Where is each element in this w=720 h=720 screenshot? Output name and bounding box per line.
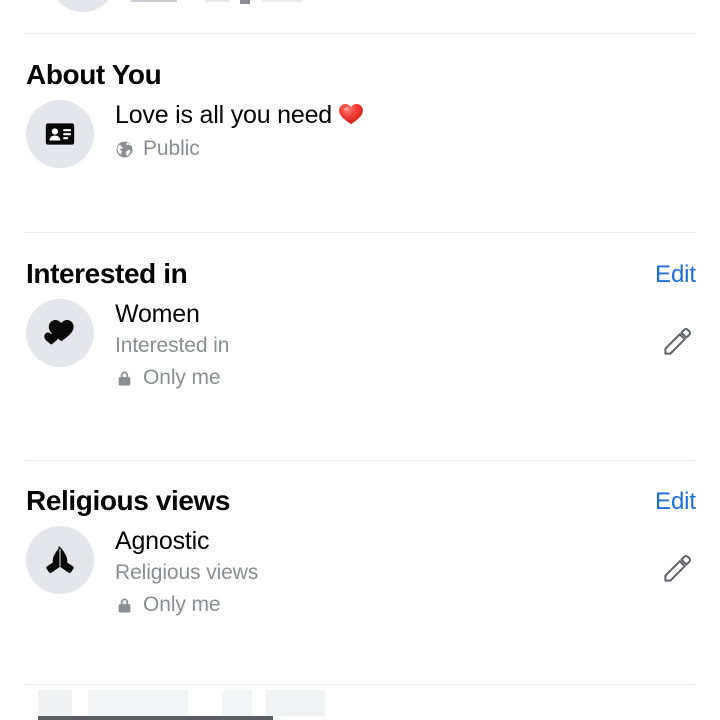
about-you-text: Love is all you need bbox=[115, 101, 332, 129]
avatar bbox=[26, 299, 94, 367]
edit-pencil-button-interested-in[interactable] bbox=[660, 323, 696, 359]
section-religious-views: Religious views Edit Agnostic Religious … bbox=[0, 484, 720, 618]
red-heart-emoji bbox=[338, 102, 364, 126]
avatar bbox=[26, 100, 94, 168]
page-title: About You bbox=[26, 58, 161, 92]
section-interested-in: Interested in Edit Women Interested in bbox=[0, 257, 720, 391]
section-divider bbox=[25, 684, 695, 685]
clipped-text-fragment bbox=[88, 690, 188, 716]
clipped-text-fragment bbox=[240, 0, 250, 4]
clipped-row-above bbox=[0, 0, 720, 12]
clipped-bar bbox=[38, 716, 273, 720]
list-item[interactable]: Women Interested in Only me bbox=[0, 299, 720, 391]
list-item-secondary-text: Interested in bbox=[115, 332, 720, 360]
section-title-interested-in: Interested in bbox=[26, 257, 187, 291]
clipped-text-fragment bbox=[222, 690, 252, 716]
privacy-label: Only me bbox=[143, 592, 221, 618]
section-divider bbox=[25, 232, 695, 233]
lock-icon bbox=[115, 369, 134, 388]
list-item-primary-text: Women bbox=[115, 299, 720, 330]
lock-icon bbox=[115, 596, 134, 615]
clipped-avatar bbox=[50, 0, 116, 12]
clipped-text-fragment bbox=[265, 690, 325, 716]
section-header: About You bbox=[0, 58, 720, 100]
pencil-icon bbox=[660, 323, 696, 359]
globe-icon bbox=[115, 140, 134, 159]
avatar bbox=[26, 526, 94, 594]
list-item[interactable]: Love is all you need Public bbox=[0, 100, 720, 180]
list-item-body: Women Interested in Only me bbox=[115, 299, 720, 391]
section-header: Religious views Edit bbox=[0, 484, 720, 526]
list-item-primary-text: Love is all you need bbox=[115, 100, 720, 131]
privacy-indicator: Only me bbox=[115, 365, 720, 391]
privacy-indicator: Public bbox=[115, 136, 720, 162]
clipped-text-fragment bbox=[205, 0, 229, 2]
edit-link-religious-views[interactable]: Edit bbox=[655, 486, 696, 518]
list-item-primary-text: Agnostic bbox=[115, 526, 720, 557]
section-header: Interested in Edit bbox=[0, 257, 720, 299]
list-item-body: Agnostic Religious views Only me bbox=[115, 526, 720, 618]
list-item-secondary-text: Religious views bbox=[115, 559, 720, 587]
two-hearts-icon bbox=[42, 316, 78, 350]
profile-about-screen: About You Love is all you need bbox=[0, 0, 720, 720]
id-card-icon bbox=[43, 117, 77, 151]
privacy-label: Public bbox=[143, 136, 200, 162]
clipped-text-fragment bbox=[38, 690, 72, 716]
praying-hands-icon bbox=[43, 543, 77, 577]
edit-link-interested-in[interactable]: Edit bbox=[655, 259, 696, 291]
clipped-row-below bbox=[0, 690, 720, 720]
section-divider bbox=[25, 33, 695, 34]
clipped-text-fragment bbox=[262, 0, 302, 2]
pencil-icon bbox=[660, 550, 696, 586]
section-about-you: About You Love is all you need bbox=[0, 58, 720, 180]
section-title-religious-views: Religious views bbox=[26, 484, 230, 518]
privacy-label: Only me bbox=[143, 365, 221, 391]
list-item-body: Love is all you need Public bbox=[115, 100, 720, 162]
section-divider bbox=[25, 460, 695, 461]
edit-pencil-button-religious-views[interactable] bbox=[660, 550, 696, 586]
clipped-text-fragment bbox=[131, 0, 177, 2]
privacy-indicator: Only me bbox=[115, 592, 720, 618]
list-item[interactable]: Agnostic Religious views Only me bbox=[0, 526, 720, 618]
